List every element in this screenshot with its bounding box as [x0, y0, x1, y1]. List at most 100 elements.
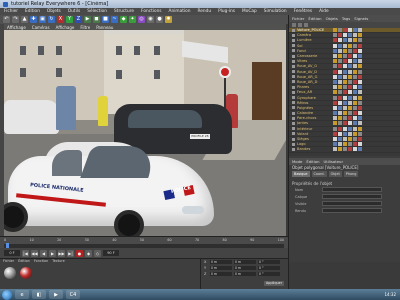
tag-icon[interactable]: [353, 48, 357, 53]
tag-icon[interactable]: [333, 59, 337, 64]
tag-icon[interactable]: [333, 64, 337, 69]
tag-icon[interactable]: [353, 142, 357, 147]
tag-icon[interactable]: [343, 95, 347, 100]
tag-icon[interactable]: [348, 111, 352, 116]
tag-icon[interactable]: [358, 131, 362, 136]
render-settings-icon[interactable]: ◼: [93, 16, 100, 23]
expand-icon[interactable]: [292, 59, 295, 63]
tag-icon[interactable]: [348, 43, 352, 48]
tag-icon[interactable]: [353, 147, 357, 152]
move-icon[interactable]: ✚: [30, 16, 37, 23]
tag-icon[interactable]: [338, 79, 342, 84]
cube-icon[interactable]: ■: [102, 16, 109, 23]
tag-icon[interactable]: [338, 95, 342, 100]
tag-icon[interactable]: [343, 54, 347, 59]
apply-button[interactable]: Appliquer: [264, 281, 284, 286]
expand-icon[interactable]: [292, 49, 295, 53]
tag-icon[interactable]: [353, 116, 357, 121]
material-menu-item[interactable]: Édition: [18, 259, 30, 264]
tag-icon[interactable]: [353, 69, 357, 74]
expand-icon[interactable]: [292, 142, 295, 146]
undo-icon[interactable]: ↶: [3, 16, 10, 23]
viewport-menu-item[interactable]: Panneau: [96, 25, 113, 30]
attributes-tab[interactable]: Phong: [343, 171, 359, 177]
tag-icon[interactable]: [348, 28, 352, 33]
tag-icon[interactable]: [358, 28, 362, 33]
tag-icon[interactable]: [338, 48, 342, 53]
menu-item[interactable]: Plug-ins: [218, 9, 235, 14]
menu-item[interactable]: Aide: [319, 9, 329, 14]
tag-icon[interactable]: [348, 79, 352, 84]
redo-icon[interactable]: ↷: [12, 16, 19, 23]
expand-icon[interactable]: [292, 80, 295, 84]
tag-icon[interactable]: [353, 64, 357, 69]
frame-end-field[interactable]: 90 F: [103, 250, 119, 256]
z-axis-icon[interactable]: Z: [75, 16, 82, 23]
expand-icon[interactable]: [292, 70, 295, 74]
expand-icon[interactable]: [292, 132, 295, 136]
tag-icon[interactable]: [333, 105, 337, 110]
menu-item[interactable]: Rendu: [197, 9, 211, 14]
tag-icon[interactable]: [333, 121, 337, 126]
object-menu-item[interactable]: Objets: [326, 16, 338, 21]
expand-icon[interactable]: [292, 38, 295, 42]
object-menu-item[interactable]: Tags: [342, 16, 350, 21]
tag-icon[interactable]: [353, 126, 357, 131]
menu-item[interactable]: Fichier: [4, 9, 18, 14]
transport-button[interactable]: |◀: [22, 249, 29, 257]
tag-icon[interactable]: [348, 74, 352, 79]
tag-icon[interactable]: [348, 147, 352, 152]
tag-icon[interactable]: [348, 121, 352, 126]
tag-icon[interactable]: [353, 85, 357, 90]
object-menu-item[interactable]: Signets: [354, 16, 368, 21]
viewport-menu-item[interactable]: Affichage: [56, 25, 75, 30]
tag-icon[interactable]: [358, 111, 362, 116]
tag-icon[interactable]: [353, 121, 357, 126]
tag-icon[interactable]: [358, 85, 362, 90]
tag-icon[interactable]: [353, 95, 357, 100]
tag-icon[interactable]: [358, 54, 362, 59]
scale-icon[interactable]: ▣: [39, 16, 46, 23]
tag-icon[interactable]: [338, 105, 342, 110]
taskbar-item[interactable]: ▶: [49, 290, 63, 299]
tag-icon[interactable]: [358, 43, 362, 48]
attributes-tab[interactable]: Coord.: [311, 171, 327, 177]
viewport-menu-item[interactable]: Filtre: [80, 25, 90, 30]
coordinate-field[interactable]: 0 m: [210, 259, 232, 265]
tag-icon[interactable]: [333, 131, 337, 136]
tag-icon[interactable]: [353, 105, 357, 110]
attribute-field[interactable]: [322, 187, 382, 192]
tag-icon[interactable]: [348, 90, 352, 95]
object-row[interactable]: Bandes: [289, 147, 400, 153]
search-icon[interactable]: [298, 23, 302, 27]
attribute-field[interactable]: [322, 201, 382, 206]
y-axis-icon[interactable]: Y: [66, 16, 73, 23]
expand-icon[interactable]: [292, 137, 295, 141]
tag-icon[interactable]: [333, 90, 337, 95]
menu-item[interactable]: MoCap: [242, 9, 257, 14]
scene-icon[interactable]: ◉: [147, 16, 154, 23]
tag-icon[interactable]: [343, 74, 347, 79]
tag-icon[interactable]: [348, 100, 352, 105]
tag-icon[interactable]: [348, 38, 352, 43]
tag-icon[interactable]: [358, 64, 362, 69]
tag-icon[interactable]: [333, 38, 337, 43]
material-preview[interactable]: [4, 267, 16, 279]
tag-icon[interactable]: [333, 85, 337, 90]
coordinate-field[interactable]: 0 °: [258, 259, 280, 265]
material-menu-item[interactable]: Fonction: [34, 259, 48, 264]
material-menu-item[interactable]: Fichier: [3, 259, 14, 264]
tag-icon[interactable]: [343, 116, 347, 121]
object-list[interactable]: Voiture_POLICE Caméra Lumière Sol Fond Carros…: [289, 28, 400, 156]
expand-icon[interactable]: [292, 64, 295, 68]
menu-item[interactable]: Fenêtres: [294, 9, 313, 14]
tag-icon[interactable]: [348, 116, 352, 121]
deformer-icon[interactable]: ◎: [138, 16, 145, 23]
attributes-tab[interactable]: Objet: [328, 171, 342, 177]
expand-icon[interactable]: [292, 90, 295, 94]
coordinate-field[interactable]: 0 m: [210, 271, 232, 277]
tag-icon[interactable]: [338, 142, 342, 147]
tag-icon[interactable]: [343, 131, 347, 136]
tag-icon[interactable]: [358, 126, 362, 131]
taskbar-item[interactable]: C4: [66, 290, 80, 299]
